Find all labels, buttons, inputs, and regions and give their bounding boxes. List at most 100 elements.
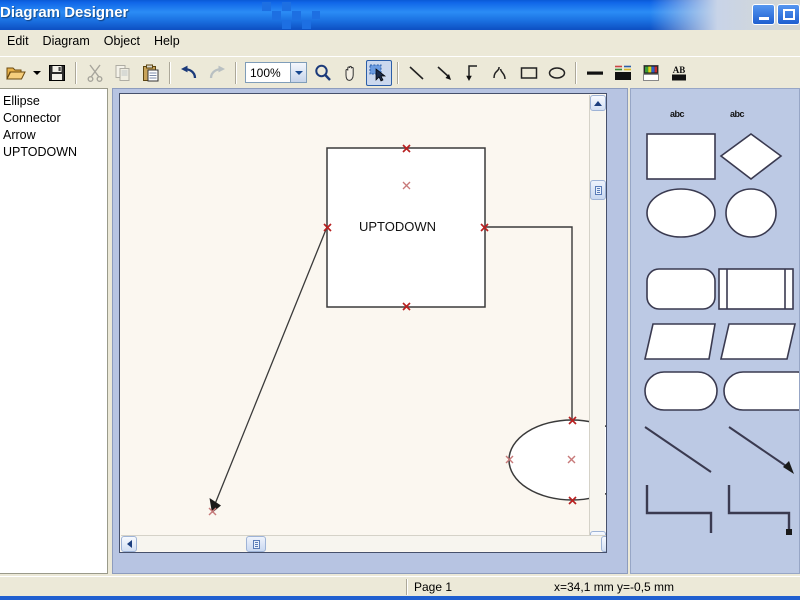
palette-shape-predefined-process[interactable] <box>718 268 794 310</box>
palette-shape-elbow-connector[interactable] <box>645 485 713 533</box>
line-style-button[interactable] <box>610 60 636 86</box>
elbow-connector-tool-button[interactable] <box>460 60 486 86</box>
palette-shape-circle[interactable] <box>725 188 777 238</box>
list-item[interactable]: Ellipse <box>2 93 107 110</box>
object-list-panel[interactable]: Ellipse Connector Arrow UPTODOWN <box>0 88 108 574</box>
dropdown-arrow-icon <box>32 70 41 75</box>
arrow-tool-button[interactable] <box>432 60 458 86</box>
palette-shape-rounded-rectangle[interactable] <box>646 268 716 310</box>
magnifier-button[interactable] <box>310 60 336 86</box>
paste-button[interactable] <box>138 60 164 86</box>
toolbar-separator-4 <box>397 61 399 84</box>
status-coordinates: x=34,1 mm y=-0,5 mm <box>554 579 675 594</box>
redo-button[interactable] <box>204 60 230 86</box>
palette-shape-diamond[interactable] <box>719 133 783 181</box>
palette-shape-stadium[interactable] <box>644 371 718 411</box>
scroll-right-button[interactable] <box>601 536 606 552</box>
scroll-up-icon <box>594 100 602 106</box>
rectangle-tool-button[interactable] <box>516 60 542 86</box>
line-width-icon <box>587 71 603 75</box>
cut-icon <box>87 64 103 82</box>
menu-item-diagram[interactable]: Diagram <box>36 32 97 50</box>
save-button[interactable] <box>44 60 70 86</box>
palette-shapes[interactable] <box>631 89 800 574</box>
zoom-value: 100% <box>250 65 281 80</box>
palette-shape-ellipse[interactable] <box>646 188 716 238</box>
open-button[interactable] <box>3 60 29 86</box>
menu-bar: Edit Diagram Object Help <box>0 30 800 52</box>
status-page: Page 1 <box>414 579 453 594</box>
ellipse-tool-button[interactable] <box>544 60 570 86</box>
palette-shape-trapezoid[interactable] <box>643 323 716 360</box>
fill-color-button[interactable] <box>638 60 664 86</box>
shape-palette-panel[interactable]: abc abc <box>630 88 800 574</box>
menu-item-object[interactable]: Object <box>97 32 147 50</box>
palette-shape-elbow-arrow-connector[interactable] <box>727 485 791 529</box>
maximize-icon <box>783 9 795 20</box>
maximize-button[interactable] <box>777 4 800 25</box>
title-bar: Diagram Designer <box>0 0 800 30</box>
hand-icon <box>345 65 354 81</box>
arrow-icon <box>437 65 451 80</box>
minimize-button[interactable] <box>752 4 775 25</box>
font-button[interactable]: AB <box>666 60 692 86</box>
vertical-scroll-thumb[interactable] <box>590 180 606 200</box>
bottom-strip <box>0 596 800 600</box>
paste-icon <box>143 64 159 81</box>
save-icon <box>49 64 65 81</box>
redo-icon <box>209 65 225 78</box>
palette-shape-delay[interactable] <box>723 371 800 411</box>
magnifier-icon <box>315 64 331 81</box>
minimize-icon <box>759 17 769 20</box>
scroll-up-button[interactable] <box>590 95 606 111</box>
toolbar-separator-3 <box>235 61 237 84</box>
svg-text:AB: AB <box>673 65 686 75</box>
menu-item-help[interactable]: Help <box>147 32 187 50</box>
undo-icon <box>181 65 197 78</box>
scroll-left-button[interactable] <box>121 536 137 552</box>
ellipse-icon <box>548 66 566 79</box>
shape-rectangle-label: UPTODOWN <box>359 219 437 234</box>
open-dropdown-button[interactable] <box>31 60 42 86</box>
elbow-connector-icon <box>466 64 477 81</box>
grip-icon <box>252 539 260 549</box>
palette-shape-line[interactable] <box>644 426 712 473</box>
line-width-button[interactable] <box>582 60 608 86</box>
grip-icon <box>594 185 602 195</box>
palette-arrow-head-icon <box>783 461 794 474</box>
horizontal-scroll-thumb[interactable] <box>246 536 266 552</box>
title-bar-decoration <box>262 0 322 30</box>
line-tool-button[interactable] <box>404 60 430 86</box>
status-bar: Page 1 x=34,1 mm y=-0,5 mm <box>0 576 800 596</box>
palette-shape-arrow[interactable] <box>728 426 790 469</box>
list-item[interactable]: UPTODOWN <box>2 144 107 161</box>
open-folder-icon <box>6 67 26 79</box>
toolbar-separator-2 <box>169 61 171 84</box>
select-tool-button[interactable] <box>366 59 392 86</box>
palette-elbow-arrow-end-icon <box>786 529 792 535</box>
chevron-down-icon[interactable] <box>290 63 306 82</box>
zoom-combobox[interactable]: 100% <box>245 62 307 83</box>
pan-button[interactable] <box>338 60 364 86</box>
undo-button[interactable] <box>176 60 202 86</box>
diagram-canvas[interactable]: UPTODOWN <box>119 93 607 553</box>
canvas-vertical-scrollbar[interactable] <box>589 95 606 547</box>
list-item[interactable]: Connector <box>2 110 107 127</box>
window-title: Diagram Designer <box>0 4 129 21</box>
connector-arrow-line[interactable] <box>214 226 328 505</box>
diagram-drawing[interactable] <box>120 94 606 552</box>
select-pointer-icon <box>369 64 387 81</box>
list-item[interactable]: Arrow <box>2 127 107 144</box>
canvas-horizontal-scrollbar[interactable] <box>121 535 606 552</box>
toolbar-separator-1 <box>75 61 77 84</box>
application-window: Diagram Designer Edit Diagram Object Hel… <box>0 0 800 600</box>
cut-button[interactable] <box>82 60 108 86</box>
connector-elbow[interactable] <box>485 226 573 420</box>
status-separator-1 <box>406 578 408 595</box>
copy-button[interactable] <box>110 60 136 86</box>
palette-shape-parallelogram[interactable] <box>719 323 797 360</box>
polyline-connector-tool-button[interactable] <box>488 60 514 86</box>
menu-item-edit[interactable]: Edit <box>0 32 36 50</box>
palette-shape-rectangle[interactable] <box>646 133 716 180</box>
scroll-left-icon <box>126 540 132 548</box>
